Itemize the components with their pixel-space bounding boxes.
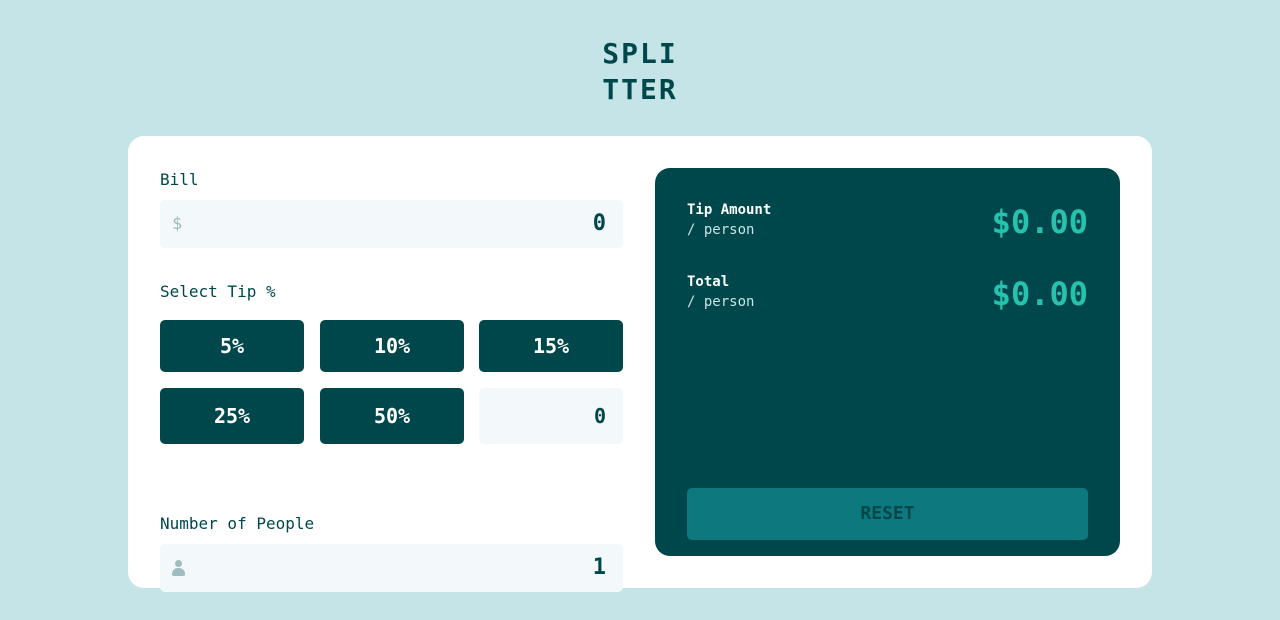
tip-button-10[interactable]: 10% <box>320 320 464 372</box>
tip-amount-title: Tip Amount <box>687 202 772 218</box>
tip-button-5[interactable]: 5% <box>160 320 304 372</box>
app-logo: SPLI TTER <box>0 36 1280 108</box>
bill-value: 0 <box>592 211 606 236</box>
custom-tip-value: 0 <box>593 404 606 428</box>
people-value: 1 <box>592 555 606 580</box>
tip-amount-sub: / person <box>687 222 755 238</box>
people-label: Number of People <box>160 514 315 533</box>
custom-tip-input[interactable]: 0 <box>479 388 623 444</box>
total-value: $0.00 <box>991 275 1088 313</box>
logo-line-2: TTER <box>602 73 678 106</box>
tip-button-50[interactable]: 50% <box>320 388 464 444</box>
tip-amount-value: $0.00 <box>991 203 1088 241</box>
bill-label: Bill <box>160 170 199 189</box>
tip-amount-row: Tip Amount / person $0.00 <box>687 200 1088 248</box>
select-tip-label: Select Tip % <box>160 282 276 301</box>
person-icon <box>172 560 185 576</box>
logo-line-1: SPLI <box>602 37 678 70</box>
tip-button-25[interactable]: 25% <box>160 388 304 444</box>
people-input[interactable]: 1 <box>160 544 623 592</box>
bill-input[interactable]: $ 0 <box>160 200 623 248</box>
total-row: Total / person $0.00 <box>687 272 1088 320</box>
reset-button[interactable]: RESET <box>687 488 1088 540</box>
results-panel: Tip Amount / person $0.00 Total / person… <box>655 168 1120 556</box>
total-sub: / person <box>687 294 755 310</box>
total-title: Total <box>687 274 730 290</box>
tip-button-15[interactable]: 15% <box>479 320 623 372</box>
calculator-card: Bill $ 0 Select Tip % 5% 10% 15% 25% 50%… <box>128 136 1152 592</box>
dollar-icon: $ <box>172 214 183 234</box>
